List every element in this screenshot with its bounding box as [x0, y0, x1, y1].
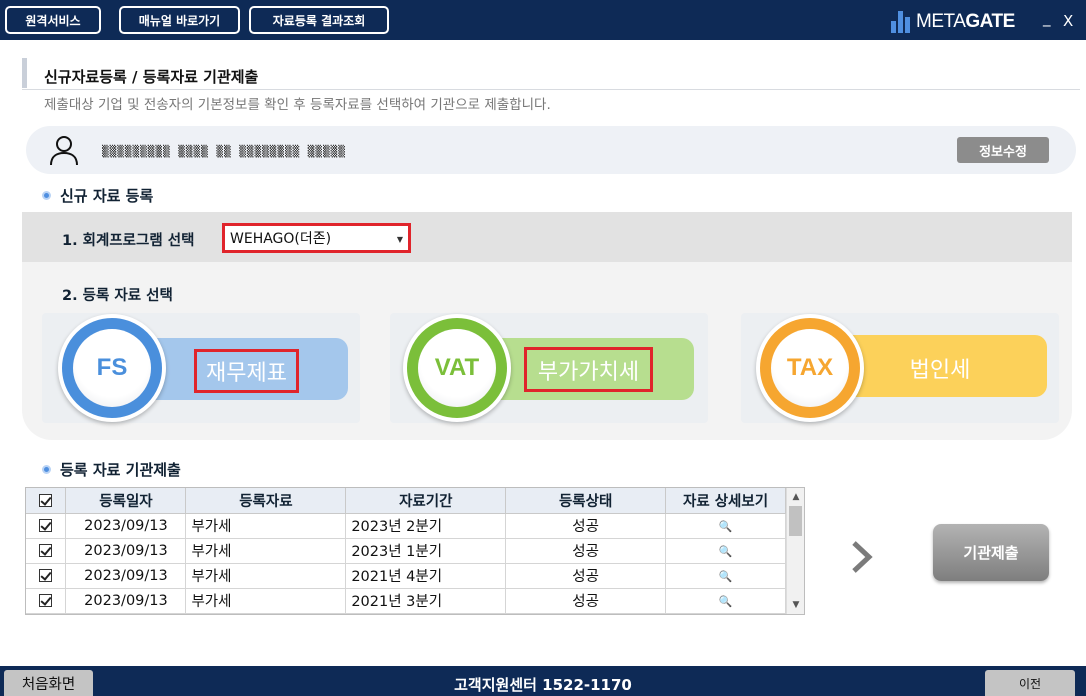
scroll-up-icon[interactable]: ▲	[787, 489, 804, 505]
row-period: 2021년 4분기	[345, 563, 507, 589]
page-title: 신규자료등록 / 등록자료 기관제출	[44, 68, 259, 86]
support-center-text: 고객지원센터 1522-1170	[454, 676, 632, 694]
magnifier-icon[interactable]: 🔍	[719, 595, 733, 608]
fs-badge-icon[interactable]: FS	[58, 314, 166, 422]
close-button[interactable]: X	[1063, 12, 1073, 30]
row-status: 성공	[505, 513, 667, 539]
step1-label: 1. 회계프로그램 선택	[62, 233, 195, 249]
scroll-thumb[interactable]	[789, 506, 802, 536]
vat-label[interactable]: 부가가치세	[524, 347, 653, 392]
submit-to-agency-button[interactable]: 기관제출	[933, 524, 1049, 581]
dropdown-arrow-icon: ▼	[396, 235, 403, 244]
row-checkbox[interactable]	[39, 519, 53, 532]
col-type: 등록자료	[185, 488, 347, 514]
row-date: 2023/09/13	[65, 588, 187, 614]
program-select-value: WEHAGO(더존)	[230, 231, 332, 247]
minimize-button[interactable]: _	[1043, 9, 1051, 27]
row-period: 2021년 3분기	[345, 588, 507, 614]
row-period: 2023년 2분기	[345, 513, 507, 539]
submission-table: 등록일자 등록자료 자료기간 등록상태 자료 상세보기 2023/09/13 부…	[25, 487, 805, 615]
logo-text-meta: META	[916, 11, 966, 32]
magnifier-icon[interactable]: 🔍	[719, 545, 733, 558]
remote-service-button[interactable]: 원격서비스	[5, 6, 101, 34]
manual-shortcut-button[interactable]: 매뉴얼 바로가기	[119, 6, 240, 34]
logo-text-gate: GATE	[965, 11, 1015, 32]
row-checkbox[interactable]	[39, 569, 53, 582]
row-status: 성공	[505, 538, 667, 564]
scroll-down-icon[interactable]: ▼	[787, 597, 804, 613]
chevron-right-icon	[852, 541, 873, 573]
row-type: 부가세	[185, 563, 347, 589]
table-row: 2023/09/13 부가세 2021년 3분기 성공 🔍	[26, 588, 786, 614]
page-description: 제출대상 기업 및 전송자의 기본정보를 확인 후 등록자료를 선택하여 기관으…	[44, 97, 551, 113]
row-checkbox[interactable]	[39, 594, 53, 607]
table-header-row: 등록일자 등록자료 자료기간 등록상태 자료 상세보기	[26, 488, 786, 514]
bullet-icon	[42, 465, 51, 474]
fs-label[interactable]: 재무제표	[194, 349, 299, 393]
row-date: 2023/09/13	[65, 513, 187, 539]
tax-code: TAX	[771, 329, 849, 407]
row-type: 부가세	[185, 588, 347, 614]
row-type: 부가세	[185, 538, 347, 564]
col-status: 등록상태	[505, 488, 667, 514]
select-all-cell	[26, 488, 67, 514]
bullet-icon	[42, 191, 51, 200]
col-period: 자료기간	[345, 488, 507, 514]
edit-info-button[interactable]: 정보수정	[957, 137, 1049, 163]
row-status: 성공	[505, 563, 667, 589]
row-period: 2023년 1분기	[345, 538, 507, 564]
title-divider	[22, 89, 1080, 90]
logo-bars-icon	[891, 11, 910, 33]
table-row: 2023/09/13 부가세 2023년 2분기 성공 🔍	[26, 513, 786, 539]
row-status: 성공	[505, 588, 667, 614]
title-accent-bar	[22, 58, 27, 88]
table-row: 2023/09/13 부가세 2021년 4분기 성공 🔍	[26, 563, 786, 589]
vat-badge-icon[interactable]: VAT	[403, 314, 511, 422]
register-section-title: 신규 자료 등록	[42, 185, 153, 206]
program-select[interactable]: WEHAGO(더존) ▼	[222, 223, 411, 253]
col-detail: 자료 상세보기	[665, 488, 786, 514]
user-icon	[50, 136, 78, 166]
row-date: 2023/09/13	[65, 563, 187, 589]
previous-button[interactable]: 이전	[985, 670, 1075, 696]
magnifier-icon[interactable]: 🔍	[719, 570, 733, 583]
row-checkbox[interactable]	[39, 544, 53, 557]
fs-code: FS	[73, 329, 151, 407]
metagate-logo: METAGATE	[891, 9, 1015, 35]
row-type: 부가세	[185, 513, 347, 539]
table-scrollbar[interactable]: ▲ ▼	[786, 488, 804, 614]
tax-label[interactable]: 법인세	[880, 347, 1000, 389]
result-lookup-button[interactable]: 자료등록 결과조회	[249, 6, 389, 34]
user-info-text: ▒▒▒▒▒▒▒▒▒ ▒▒▒▒ ▒▒ ▒▒▒▒▒▒▒▒ ▒▒▒▒▒	[102, 145, 346, 158]
step2-label: 2. 등록 자료 선택	[62, 288, 173, 304]
vat-code: VAT	[418, 329, 496, 407]
col-date: 등록일자	[65, 488, 187, 514]
tax-badge-icon[interactable]: TAX	[756, 314, 864, 422]
magnifier-icon[interactable]: 🔍	[719, 520, 733, 533]
table-row: 2023/09/13 부가세 2023년 1분기 성공 🔍	[26, 538, 786, 564]
select-all-checkbox[interactable]	[39, 493, 53, 507]
row-date: 2023/09/13	[65, 538, 187, 564]
submission-section-title: 등록 자료 기관제출	[42, 459, 181, 480]
